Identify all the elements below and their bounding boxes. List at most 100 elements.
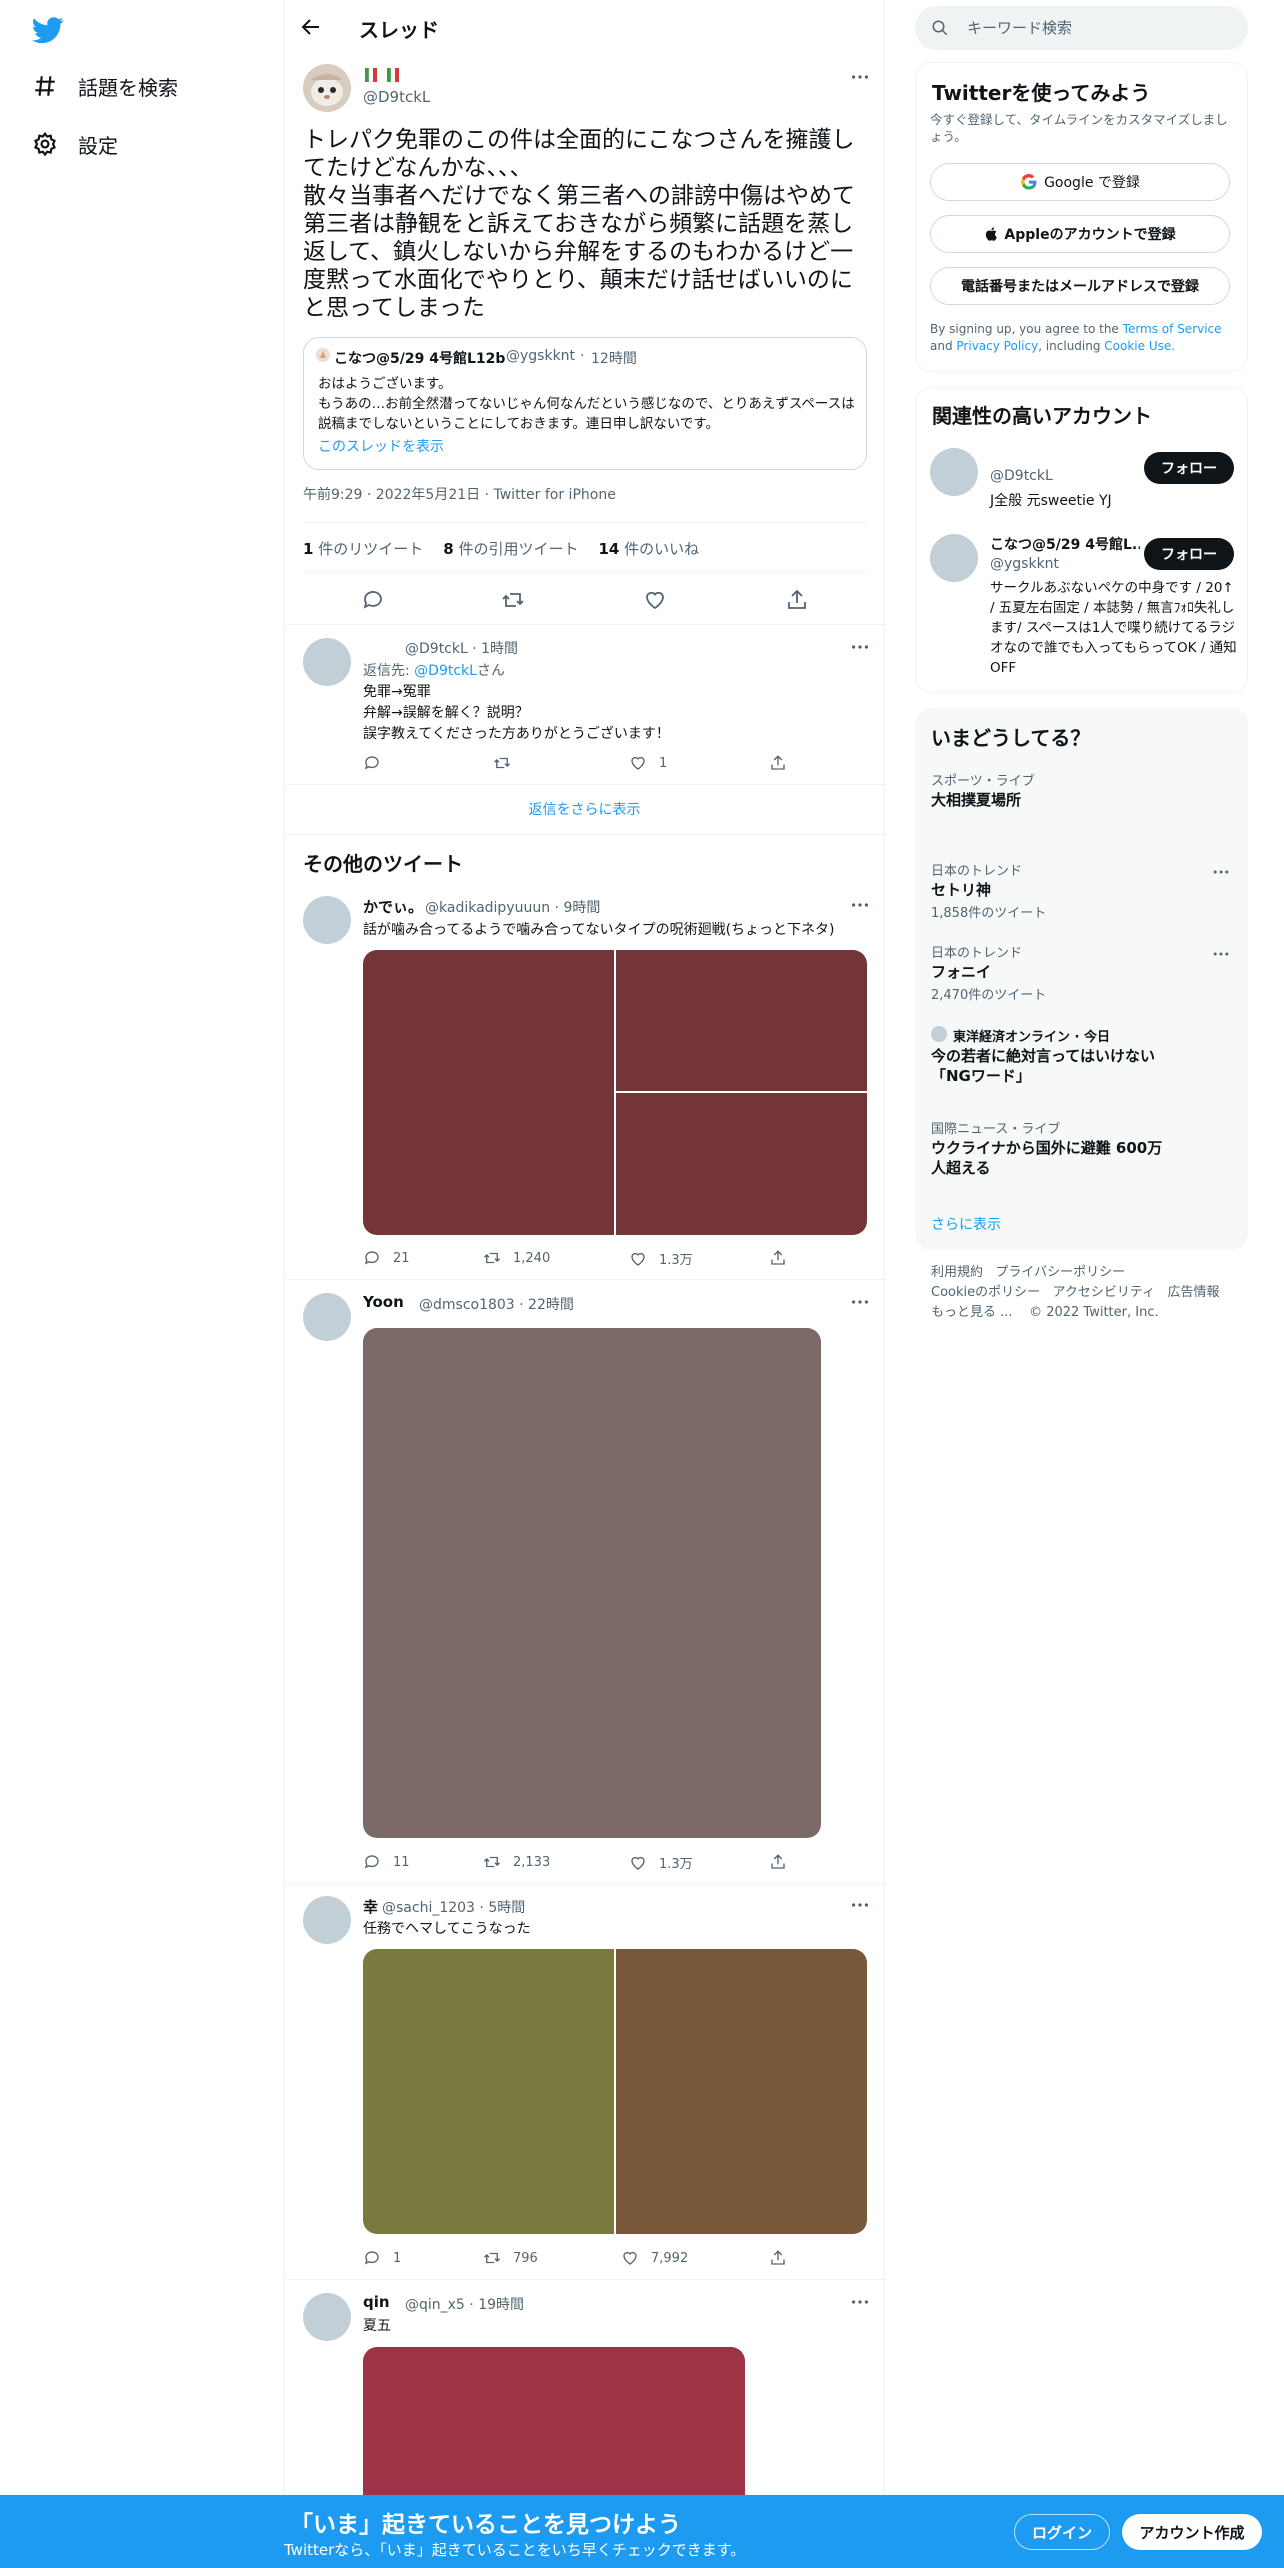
share-action[interactable]	[769, 2249, 799, 2267]
avatar[interactable]	[303, 2293, 351, 2341]
heart-icon[interactable]	[643, 588, 667, 612]
avatar[interactable]	[303, 1896, 351, 1944]
reply-action[interactable]: 1	[363, 2249, 401, 2267]
show-more-replies-link[interactable]: 返信をさらに表示	[285, 799, 884, 819]
like-action[interactable]: 1.3万	[629, 1249, 693, 1268]
tweet-author-name[interactable]: Yoon	[363, 1293, 404, 1311]
reply-icon[interactable]	[361, 588, 385, 612]
divider	[303, 572, 867, 573]
tweet-handle-time[interactable]: @dmsco1803 · 22時間	[419, 1294, 574, 1314]
nav-explore[interactable]: 話題を検索	[32, 66, 178, 106]
related-handle[interactable]: @D9tckL	[990, 468, 1053, 484]
avatar[interactable]	[303, 1293, 351, 1341]
signup-button[interactable]: アカウント作成	[1122, 2514, 1262, 2550]
tweet-media[interactable]	[363, 2347, 745, 2495]
hashtag-icon	[35, 76, 55, 96]
show-thread-link[interactable]: このスレッドを表示	[318, 436, 444, 456]
twitter-logo-icon[interactable]	[32, 14, 64, 46]
phone-email-signup-button[interactable]: 電話番号またはメールアドレスで登録	[930, 267, 1230, 305]
related-name[interactable]: こなつ@5/29 4号館L...	[990, 534, 1140, 554]
more-icon[interactable]	[849, 1291, 871, 1313]
like-action[interactable]: 1	[629, 754, 667, 772]
trend-category: スポーツ・ライブ	[931, 774, 1035, 789]
page-title: スレッド	[359, 18, 439, 42]
login-button[interactable]: ログイン	[1014, 2514, 1110, 2550]
trend-name: 大相撲夏場所	[931, 791, 1022, 809]
tweet-media-grid[interactable]	[363, 1949, 867, 2234]
footer-terms-link[interactable]: 利用規約	[931, 1265, 983, 1280]
share-icon[interactable]	[785, 588, 809, 612]
retweet-action[interactable]: 796	[483, 2249, 538, 2267]
divider	[285, 1279, 886, 1280]
share-action[interactable]	[769, 754, 799, 772]
like-action[interactable]: 1.3万	[629, 1853, 693, 1872]
retweet-action[interactable]: 1,240	[483, 1249, 550, 1267]
avatar[interactable]	[930, 448, 978, 496]
more-icon[interactable]	[849, 894, 871, 916]
avatar[interactable]	[303, 896, 351, 944]
retweet-action[interactable]	[493, 754, 523, 772]
tweet-media[interactable]	[363, 1328, 821, 1838]
avatar[interactable]	[303, 64, 351, 112]
retweet-icon[interactable]	[501, 588, 525, 612]
tweet-media-grid[interactable]	[363, 950, 867, 1235]
retweets-stat[interactable]: 1 件のリツイート	[303, 538, 423, 559]
cookie-use-link[interactable]: Cookie Use.	[1104, 339, 1175, 353]
tweet-handle-time[interactable]: @qin_x5 · 19時間	[405, 2294, 524, 2314]
privacy-policy-link[interactable]: Privacy Policy	[956, 339, 1038, 353]
follow-button[interactable]: フォロー	[1144, 538, 1234, 570]
reply-icon	[364, 1251, 379, 1265]
more-icon[interactable]	[849, 1894, 871, 1916]
apple-signup-button[interactable]: Appleのアカウントで登録	[930, 215, 1230, 253]
tweet-handle-time[interactable]: @kadikadipyuuun · 9時間	[425, 897, 600, 917]
reply-action[interactable]: 11	[363, 1853, 410, 1871]
reply-action[interactable]: 21	[363, 1249, 410, 1267]
more-icon[interactable]	[849, 636, 871, 658]
like-action[interactable]: 7,992	[621, 2249, 688, 2267]
quoted-tweet[interactable]: こなつ@5/29 4号館L12b @ygskknt · 12時間 おはようござい…	[303, 337, 867, 470]
google-signup-button[interactable]: Google で登録	[930, 163, 1230, 201]
share-action[interactable]	[769, 1853, 799, 1871]
avatar[interactable]	[303, 638, 351, 686]
back-arrow-icon[interactable]	[299, 15, 323, 39]
quotes-count: 8	[443, 540, 454, 558]
footer-accessibility-link[interactable]: アクセシビリティ	[1053, 1285, 1156, 1300]
reply-action[interactable]	[363, 754, 393, 772]
more-icon[interactable]	[849, 66, 871, 88]
divider	[285, 1883, 886, 1884]
trend-name: セトリ神	[931, 881, 992, 899]
retweets-label: 件のリツイート	[318, 540, 424, 558]
tweet-timestamp[interactable]: 午前9:29 · 2022年5月21日 · Twitter for iPhone	[303, 484, 616, 504]
search-box[interactable]	[915, 6, 1248, 50]
reply-to-handle[interactable]: @D9tckL	[414, 663, 477, 679]
tweet-author-name[interactable]: qin	[363, 2293, 390, 2311]
like-count: 7,992	[651, 2250, 689, 2266]
tweet-handle[interactable]: @D9tckL	[363, 88, 430, 106]
tweet-handle-time[interactable]: @sachi_1203 · 5時間	[382, 1897, 525, 1917]
quotes-stat[interactable]: 8 件の引用ツイート	[443, 538, 578, 559]
reply-handle-time[interactable]: @D9tckL · 1時間	[405, 638, 518, 658]
more-icon[interactable]	[1211, 944, 1233, 966]
retweet-action[interactable]: 2,133	[483, 1853, 550, 1871]
tweet-author-name[interactable]: かでぃ。	[363, 896, 423, 917]
follow-button[interactable]: フォロー	[1144, 452, 1234, 484]
footer-ads-link[interactable]: 広告情報	[1168, 1285, 1220, 1300]
related-handle[interactable]: @ygskknt	[990, 556, 1059, 572]
search-input[interactable]	[967, 19, 1227, 37]
terms-of-service-link[interactable]: Terms of Service	[1123, 322, 1222, 336]
avatar[interactable]	[930, 534, 978, 582]
like-count: 1.3万	[659, 1253, 693, 1268]
related-bio: サークルあぶないペケの中身です / 20↑ / 五夏左右固定 / 本誌勢 / 無…	[990, 580, 1237, 676]
likes-stat[interactable]: 14 件のいいね	[598, 538, 699, 559]
divider	[303, 522, 867, 523]
nav-settings[interactable]: 設定	[32, 124, 118, 164]
tweet-author-name[interactable]: 幸	[363, 1896, 378, 1917]
footer-privacy-link[interactable]: プライバシーポリシー	[995, 1265, 1125, 1280]
share-action[interactable]	[769, 1249, 799, 1267]
more-icon[interactable]	[1211, 862, 1233, 884]
footer-more-link[interactable]: もっと見る ...	[931, 1305, 1013, 1320]
trends-show-more-link[interactable]: さらに表示	[931, 1214, 1001, 1234]
footer-cookie-link[interactable]: Cookieのポリシー	[931, 1285, 1040, 1300]
banner-title: 「いま」起きていることを見つけよう	[290, 2512, 681, 2538]
more-icon[interactable]	[849, 2291, 871, 2313]
